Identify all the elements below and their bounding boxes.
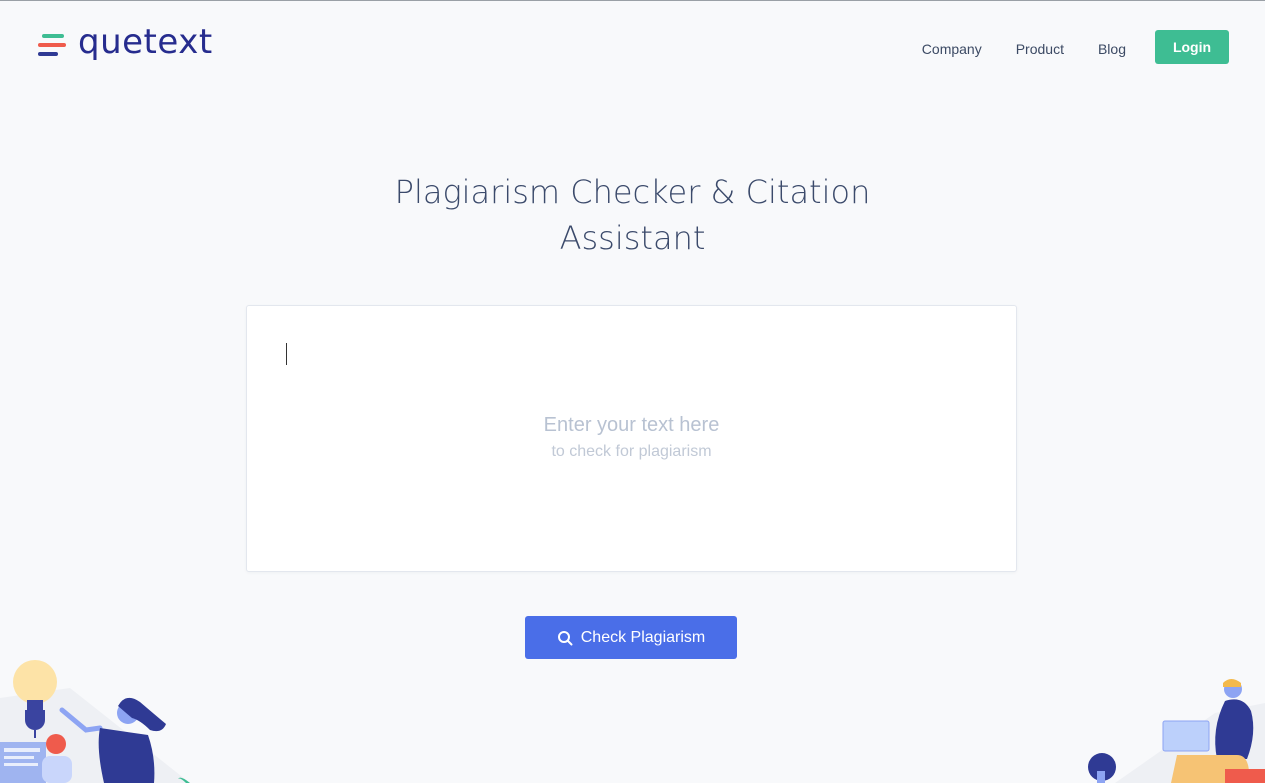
left-illustration	[0, 660, 190, 783]
nav-link-company[interactable]: Company	[922, 27, 982, 67]
person-body-icon	[98, 728, 155, 783]
search-icon	[557, 630, 573, 645]
plug-icon	[25, 710, 45, 730]
quetext-logo[interactable]: quetext	[38, 22, 213, 67]
lightbulb-icon	[13, 660, 57, 704]
placeholder-sub: to check for plagiarism	[551, 443, 712, 460]
site-header: quetext Company Product Blog Login	[0, 1, 1265, 91]
text-cursor	[286, 343, 287, 365]
input-placeholder: Enter your text here to check for plagia…	[247, 410, 1016, 464]
text-input-area[interactable]: Enter your text here to check for plagia…	[246, 305, 1017, 572]
check-plagiarism-button[interactable]: Check Plagiarism	[525, 616, 737, 659]
page-title-line1: Plagiarism Checker & Citation	[394, 173, 871, 211]
person-body-icon	[1215, 699, 1254, 759]
login-button[interactable]: Login	[1155, 30, 1229, 64]
main-nav: Company Product Blog Login	[922, 27, 1229, 67]
right-illustration	[1088, 679, 1265, 783]
person-head-icon	[46, 734, 66, 754]
placeholder-main: Enter your text here	[543, 414, 720, 436]
laptop-icon	[1162, 720, 1210, 752]
logo-mark-icon	[38, 32, 68, 58]
nav-link-product[interactable]: Product	[1016, 27, 1064, 67]
nav-link-blog[interactable]: Blog	[1098, 27, 1126, 67]
page-title-line2: Assistant	[559, 219, 706, 257]
check-plagiarism-label: Check Plagiarism	[580, 628, 706, 646]
page-title: Plagiarism Checker & Citation Assistant	[0, 169, 1265, 261]
logo-text: quetext	[78, 22, 213, 62]
